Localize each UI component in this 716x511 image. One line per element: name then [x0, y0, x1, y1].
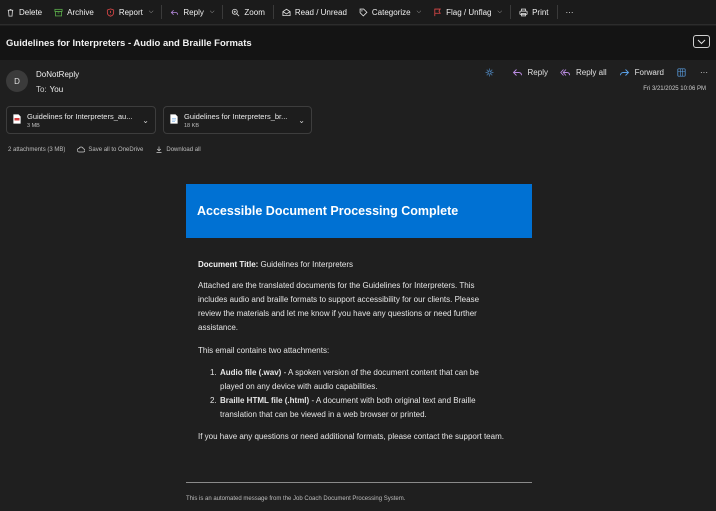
chevron-down-icon[interactable]: ⌄ [142, 116, 149, 125]
toolbar-divider [556, 5, 558, 19]
footer-divider [186, 482, 532, 483]
sun-button[interactable] [484, 68, 500, 77]
email-banner: Accessible Document Processing Complete [186, 184, 532, 238]
body-paragraph: Attached are the translated documents fo… [198, 281, 480, 332]
attachment-name: Guidelines for Interpreters_br... [184, 112, 288, 121]
command-toolbar: Delete Archive Report ⌵ Reply ⌵ Zoom Rea… [0, 0, 716, 25]
body-paragraph: This email contains two attachments: [198, 346, 330, 355]
reply-button[interactable]: Reply ⌵ [164, 0, 220, 25]
reading-pane: D DoNotReply To: You Reply Reply all Forw… [0, 60, 716, 511]
list-item-label: Audio file (.wav) [220, 368, 282, 377]
toolbar-divider [272, 5, 274, 19]
email-subject: Guidelines for Interpreters - Audio and … [6, 37, 252, 49]
list-item-label: Braille HTML file (.html) [220, 396, 310, 405]
zoom-button[interactable]: Zoom [225, 0, 270, 25]
attachment-size: 3 MB [27, 123, 40, 129]
list-number: 2. [210, 396, 217, 405]
report-button[interactable]: Report ⌵ [100, 0, 160, 25]
shield-alert-icon [106, 7, 114, 17]
pdf-file-icon [13, 114, 21, 124]
sender-name[interactable]: DoNotReply [36, 70, 79, 79]
delete-button[interactable]: Delete [0, 0, 48, 25]
list-number: 1. [210, 368, 217, 377]
recipient-line: To: You [36, 85, 63, 94]
zoom-icon [232, 8, 240, 16]
cloud-icon [77, 146, 86, 153]
message-date: Fri 3/21/2025 10:06 PM [643, 86, 706, 92]
attachment-name: Guidelines for Interpreters_au... [27, 112, 133, 121]
document-title-label: Document Title: [198, 260, 259, 269]
trash-icon [7, 8, 14, 17]
attachment-size: 18 KB [184, 123, 199, 129]
save-to-onedrive-link[interactable]: Save all to OneDrive [77, 146, 143, 153]
banner-title: Accessible Document Processing Complete [197, 204, 459, 218]
archive-button[interactable]: Archive [48, 0, 100, 25]
collapse-button[interactable] [693, 35, 710, 48]
subject-bar: Guidelines for Interpreters - Audio and … [0, 26, 716, 60]
chevron-down-icon[interactable]: ⌵ [498, 9, 503, 16]
download-all-link[interactable]: Download all [155, 146, 201, 153]
forward-icon [619, 69, 629, 76]
forward-action[interactable]: Forward [619, 68, 664, 77]
toolbar-divider [222, 5, 224, 19]
envelope-open-icon [282, 8, 291, 16]
list-item-text: Braille HTML file (.html) - A document w… [220, 394, 500, 422]
list-item-text: Audio file (.wav) - A spoken version of … [220, 366, 500, 394]
document-title-line: Document Title: Guidelines for Interpret… [198, 258, 498, 272]
sun-icon [485, 68, 493, 77]
reply-icon [171, 9, 179, 15]
toolbar-divider [510, 5, 512, 19]
read-unread-button[interactable]: Read / Unread [276, 0, 353, 25]
reply-action[interactable]: Reply [512, 68, 548, 77]
body-paragraph: If you have any questions or need additi… [198, 432, 504, 441]
chevron-down-icon [697, 39, 706, 44]
flag-icon [434, 8, 442, 16]
tag-icon [359, 8, 368, 16]
reply-all-action[interactable]: Reply all [560, 68, 607, 77]
message-actions: Reply Reply all Forward ··· [472, 68, 708, 77]
download-icon [156, 146, 162, 153]
archive-icon [54, 8, 63, 16]
attachment-summary-bar: 2 attachments (3 MB) Save all to OneDriv… [8, 146, 213, 153]
attachment-card[interactable]: Guidelines for Interpreters_au... 3 MB ⌄ [6, 106, 156, 134]
grid-view-icon [677, 68, 686, 77]
to-label: To: [36, 85, 47, 94]
chevron-down-icon[interactable]: ⌵ [417, 9, 422, 16]
flag-button[interactable]: Flag / Unflag ⌵ [427, 0, 508, 25]
categorize-button[interactable]: Categorize ⌵ [353, 0, 427, 25]
chevron-down-icon[interactable]: ⌄ [298, 116, 305, 125]
recipient-name[interactable]: You [50, 85, 64, 94]
document-title-value: Guidelines for Interpreters [260, 260, 354, 269]
attachment-card[interactable]: Guidelines for Interpreters_br... 18 KB … [163, 106, 312, 134]
reply-all-icon [560, 69, 571, 76]
reply-icon [512, 69, 522, 76]
more-options-button[interactable]: ··· [560, 0, 580, 25]
chevron-down-icon[interactable]: ⌵ [149, 9, 154, 16]
chevron-down-icon[interactable]: ⌵ [210, 9, 215, 16]
more-icon: ··· [700, 68, 708, 77]
more-actions-button[interactable]: ··· [700, 68, 708, 77]
immersive-reader-button[interactable] [676, 68, 692, 77]
more-icon: ··· [565, 7, 574, 17]
printer-icon [519, 8, 528, 16]
print-button[interactable]: Print [513, 0, 554, 25]
document-file-icon [170, 114, 178, 124]
attachment-count: 2 attachments (3 MB) [8, 146, 66, 153]
footer-note: This is an automated message from the Jo… [186, 496, 406, 502]
toolbar-divider [161, 5, 163, 19]
avatar[interactable]: D [6, 70, 28, 92]
